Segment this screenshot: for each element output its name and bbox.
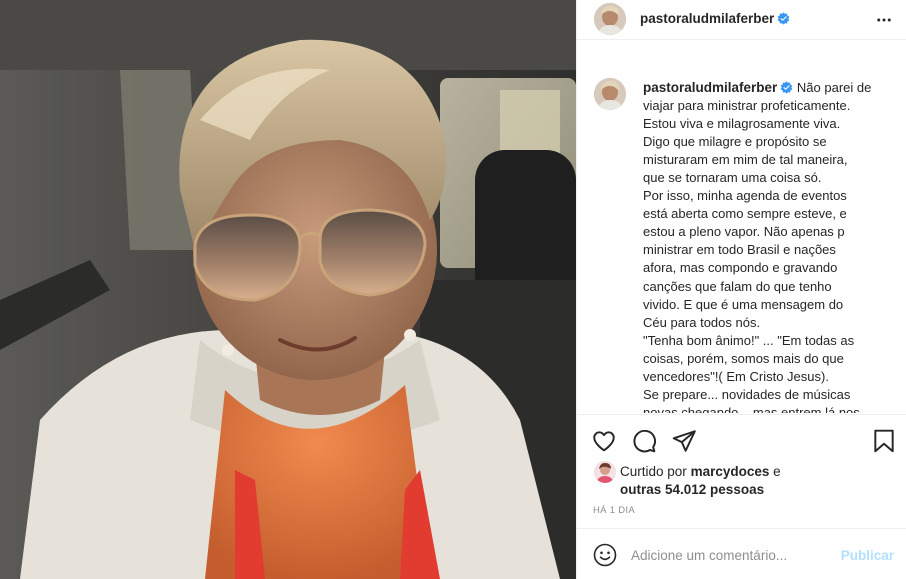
- liker-username[interactable]: marcydoces: [691, 464, 770, 479]
- verified-badge-icon: [780, 81, 793, 94]
- author-username[interactable]: pastoraludmilaferber: [640, 11, 790, 26]
- caption-line: Por isso, minha agenda de eventos: [643, 188, 847, 204]
- caption-line: Céu para todos nós.: [643, 314, 761, 330]
- caption-line: viajar para ministrar profeticamente.: [643, 98, 851, 114]
- post-timestamp[interactable]: HÁ 1 DIA: [593, 505, 635, 516]
- likes-others-link[interactable]: outras 54.012 pessoas: [620, 482, 764, 497]
- comment-bar: Publicar: [577, 528, 906, 579]
- author-username-text[interactable]: pastoraludmilaferber: [640, 11, 774, 26]
- post-photo-image: [0, 0, 576, 579]
- caption-line: novas chegando... mas entrem lá nos: [643, 404, 860, 413]
- caption-line: Não parei de: [796, 80, 872, 95]
- caption-line: ministrar em todo Brasil e nações: [643, 242, 836, 258]
- caption-username[interactable]: pastoraludmilaferber: [643, 80, 777, 95]
- more-icon[interactable]: [875, 11, 893, 29]
- caption-line: vencedores"!( Em Cristo Jesus).: [643, 368, 829, 384]
- comment-input[interactable]: [631, 543, 831, 567]
- caption-text: pastoraludmilaferber Não parei de viajar…: [643, 79, 891, 413]
- post-actions: Curtido por marcydoces e outras 54.012 p…: [577, 414, 906, 528]
- likes-summary: Curtido por marcydoces e outras 54.012 p…: [620, 463, 781, 499]
- caption-line: afora, mas compondo e gravando: [643, 260, 838, 276]
- post-photo[interactable]: [0, 0, 576, 579]
- caption-line: "Tenha bom ânimo!" ... "Em todas as: [643, 332, 855, 348]
- caption-line: que se tornaram uma coisa só.: [643, 170, 822, 186]
- emoji-icon[interactable]: [593, 543, 617, 567]
- publish-button[interactable]: Publicar: [841, 548, 894, 563]
- caption-line: Digo que milagre e propósito se: [643, 134, 827, 150]
- caption-line: canções que falam do que tenho: [643, 278, 832, 294]
- likes-joiner: e: [773, 464, 781, 479]
- post-detail-panel: pastoraludmilaferber pastoraludmilaferbe…: [576, 0, 906, 579]
- caption-line: Estou viva e milagrosamente viva.: [643, 116, 841, 132]
- post-header: pastoraludmilaferber: [577, 0, 906, 40]
- caption-section: pastoraludmilaferber Não parei de viajar…: [577, 68, 906, 413]
- share-icon[interactable]: [671, 428, 697, 454]
- caption-line: coisas, porém, somos mais do que: [643, 350, 844, 366]
- caption-line: vivido. E que é uma mensagem do: [643, 296, 844, 312]
- bookmark-icon[interactable]: [871, 428, 897, 454]
- comment-icon[interactable]: [631, 428, 657, 454]
- verified-badge-icon: [777, 12, 790, 25]
- caption-line: está aberta como sempre esteve, e: [643, 206, 847, 222]
- liker-avatar[interactable]: [594, 461, 616, 483]
- author-avatar[interactable]: [594, 3, 626, 35]
- likes-prefix: Curtido por: [620, 464, 687, 479]
- caption-avatar[interactable]: [594, 78, 626, 110]
- caption-line: misturaram em mim de tal maneira,: [643, 152, 848, 168]
- caption-line: Se prepare... novidades de músicas: [643, 386, 851, 402]
- heart-icon[interactable]: [591, 428, 617, 454]
- caption-line: estou a pleno vapor. Não apenas p: [643, 224, 845, 240]
- caption-first-line: pastoraludmilaferber Não parei de: [643, 79, 891, 97]
